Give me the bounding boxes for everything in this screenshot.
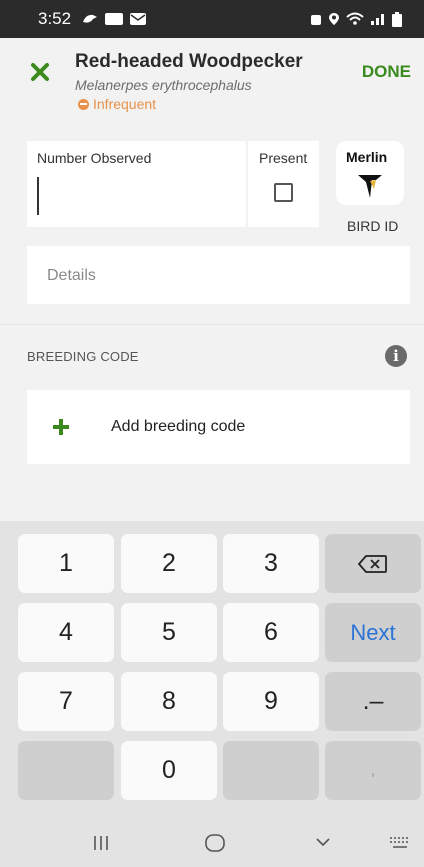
key-4[interactable]: 4 bbox=[18, 603, 114, 662]
number-observed-field[interactable]: Number Observed bbox=[27, 141, 246, 227]
plus-icon bbox=[53, 419, 69, 435]
chevron-down-icon[interactable] bbox=[315, 836, 331, 848]
key-7[interactable]: 7 bbox=[18, 672, 114, 731]
backspace-icon bbox=[358, 554, 387, 573]
system-icons bbox=[310, 11, 402, 27]
close-icon[interactable] bbox=[28, 60, 52, 84]
status-bar: 3:52 bbox=[0, 0, 424, 38]
present-label: Present bbox=[259, 150, 308, 166]
details-placeholder: Details bbox=[47, 267, 96, 284]
rarity-label: Infrequent bbox=[93, 96, 157, 112]
status-time: 3:52 bbox=[38, 9, 72, 28]
location-icon bbox=[329, 13, 339, 25]
backspace-key[interactable] bbox=[325, 534, 421, 593]
battery-icon bbox=[392, 11, 402, 27]
merlin-bird-id-button[interactable]: Merlin bbox=[336, 141, 404, 205]
bird-id-label: BIRD ID bbox=[347, 218, 399, 234]
merlin-logo-text: Merlin bbox=[346, 149, 388, 165]
info-icon[interactable]: i bbox=[385, 345, 407, 367]
observation-header: Red-headed Woodpecker Melanerpes erythro… bbox=[0, 38, 424, 122]
key-2[interactable]: 2 bbox=[121, 534, 217, 593]
recent-apps-icon[interactable] bbox=[92, 834, 110, 852]
key-6[interactable]: 6 bbox=[223, 603, 319, 662]
system-nav-bar bbox=[0, 818, 424, 867]
ebay-notification-icon bbox=[105, 13, 124, 25]
next-key[interactable]: Next bbox=[325, 603, 421, 662]
home-icon[interactable] bbox=[204, 833, 226, 853]
key-8[interactable]: 8 bbox=[121, 672, 217, 731]
key-5[interactable]: 5 bbox=[121, 603, 217, 662]
key-1[interactable]: 1 bbox=[18, 534, 114, 593]
text-cursor bbox=[37, 177, 39, 215]
bird-notification-icon bbox=[83, 14, 98, 23]
dot-dash-key[interactable]: .– bbox=[325, 672, 421, 731]
key-3[interactable]: 3 bbox=[223, 534, 319, 593]
signal-icon bbox=[371, 14, 384, 25]
add-breeding-code-label: Add breeding code bbox=[111, 418, 246, 435]
minus-circle-icon bbox=[78, 98, 89, 110]
number-observed-label: Number Observed bbox=[37, 150, 152, 166]
blank-key-left bbox=[18, 741, 114, 800]
add-breeding-code-button[interactable]: Add breeding code bbox=[27, 390, 410, 464]
comma-key[interactable]: , bbox=[325, 741, 421, 800]
merlin-bird-icon bbox=[358, 175, 382, 198]
mail-notification-icon bbox=[130, 13, 147, 25]
details-input[interactable]: Details bbox=[27, 246, 410, 304]
breeding-code-heading: BREEDING CODE bbox=[27, 349, 139, 364]
section-divider bbox=[0, 324, 424, 325]
numeric-keyboard: 1 2 3 4 5 6 Next 7 8 9 .– 0 , bbox=[0, 521, 424, 818]
blank-key-right bbox=[223, 741, 319, 800]
key-0[interactable]: 0 bbox=[121, 741, 217, 800]
wifi-icon bbox=[346, 12, 364, 25]
present-checkbox[interactable] bbox=[274, 183, 293, 202]
alarm-icon bbox=[311, 15, 321, 25]
done-button[interactable]: DONE bbox=[362, 62, 411, 82]
present-field[interactable]: Present bbox=[248, 141, 319, 227]
notification-icons bbox=[81, 12, 147, 26]
key-9[interactable]: 9 bbox=[223, 672, 319, 731]
scientific-name: Melanerpes erythrocephalus bbox=[75, 77, 252, 93]
keyboard-icon[interactable] bbox=[389, 836, 411, 850]
species-name: Red-headed Woodpecker bbox=[75, 51, 303, 72]
rarity-badge: Infrequent bbox=[78, 96, 156, 112]
